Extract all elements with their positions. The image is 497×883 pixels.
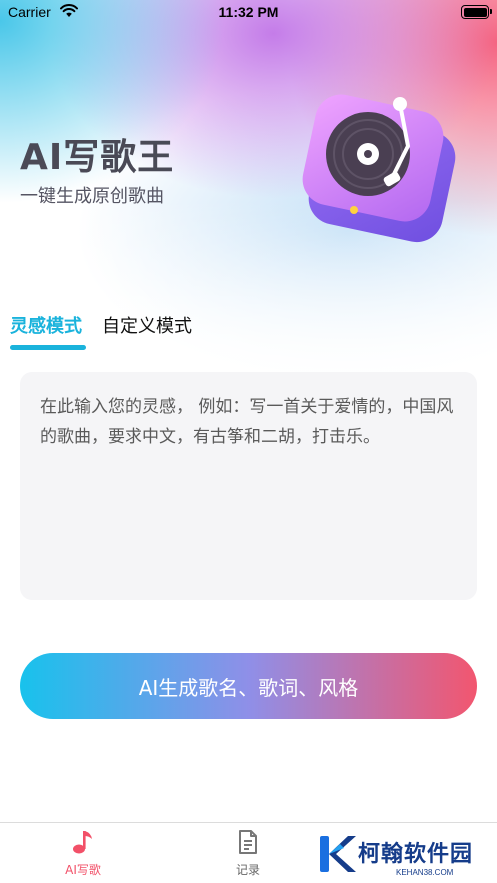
generate-button-label: AI生成歌名、歌词、风格 bbox=[138, 675, 359, 700]
mode-tabs: 灵感模式 自定义模式 bbox=[10, 312, 192, 352]
tabbar-item-ai-songwriting-label: AI写歌 bbox=[65, 863, 101, 877]
watermark-logo bbox=[318, 834, 358, 878]
document-icon bbox=[237, 830, 259, 859]
clock: 11:32 PM bbox=[218, 4, 279, 20]
prompt-card bbox=[20, 372, 477, 600]
watermark: 柯翰软件园 KEHAN38.COM bbox=[318, 830, 497, 883]
tab-custom-mode-label: 自定义模式 bbox=[102, 316, 192, 337]
music-note-icon bbox=[71, 831, 95, 859]
tab-inspiration-mode[interactable]: 灵感模式 bbox=[10, 312, 86, 352]
app-subtitle: 一键生成原创歌曲 bbox=[20, 186, 164, 207]
tab-custom-mode[interactable]: 自定义模式 bbox=[102, 312, 192, 352]
watermark-url: KEHAN38.COM bbox=[396, 868, 454, 877]
tabbar-item-records[interactable]: 记录 bbox=[203, 829, 293, 878]
status-bar: Carrier 11:32 PM bbox=[0, 0, 497, 26]
tabbar-item-records-label: 记录 bbox=[235, 863, 260, 877]
tab-inspiration-mode-label: 灵感模式 bbox=[10, 316, 82, 337]
tabbar-item-ai-songwriting[interactable]: AI写歌 bbox=[38, 829, 128, 878]
generate-button[interactable]: AI生成歌名、歌词、风格 bbox=[20, 653, 477, 719]
inspiration-input[interactable] bbox=[20, 372, 477, 600]
turntable-illustration bbox=[296, 88, 456, 244]
app-title: AI写歌王 bbox=[20, 137, 175, 178]
watermark-text: 柯翰软件园 bbox=[358, 842, 474, 867]
battery-icon bbox=[461, 5, 492, 19]
active-tab-indicator bbox=[10, 345, 86, 350]
